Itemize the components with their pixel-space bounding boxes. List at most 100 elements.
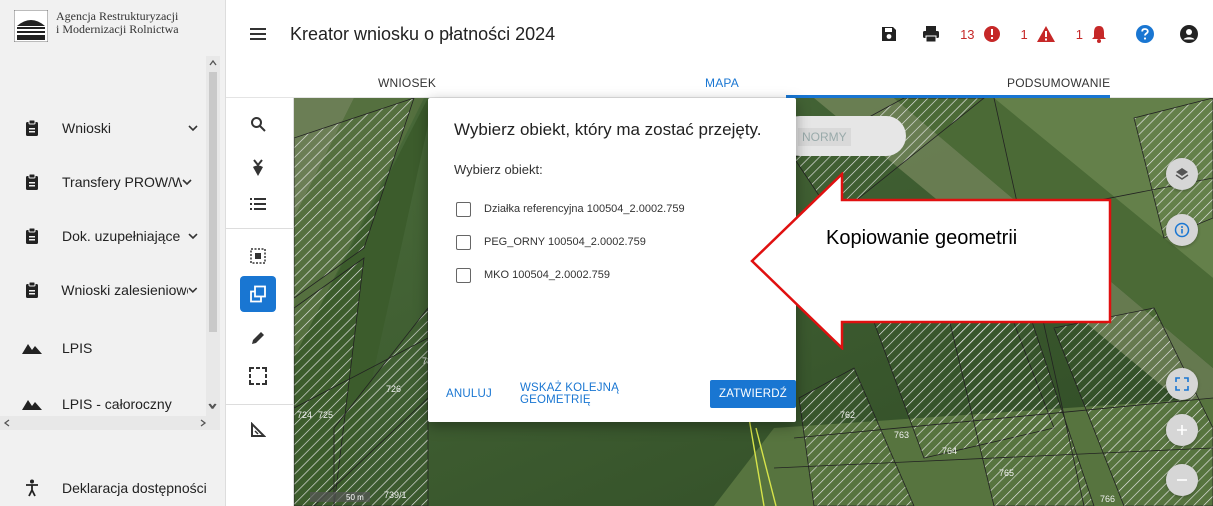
info-icon xyxy=(1174,222,1190,238)
parcel-label: 739/1 xyxy=(384,490,407,500)
fullscreen-button[interactable] xyxy=(1166,368,1198,400)
option-checkbox[interactable] xyxy=(456,267,471,283)
sidebar-item-dok-uzupelniajace[interactable]: Dok. uzupełniające xyxy=(0,216,212,256)
sidebar-item-transfery[interactable]: Transfery PROW/WPR xyxy=(0,162,212,202)
chevron-down-icon[interactable] xyxy=(188,231,198,241)
print-icon[interactable] xyxy=(922,25,940,43)
select-area-icon xyxy=(250,248,266,264)
draw-rectangle-tool[interactable] xyxy=(240,358,276,394)
parcel-label: 724 xyxy=(297,410,312,420)
scroll-right-icon[interactable] xyxy=(199,419,207,427)
notification-count: 1 xyxy=(1075,26,1083,42)
normy-label: NORMY xyxy=(798,128,851,146)
select-object-dialog: Wybierz obiekt, który ma zostać przejęty… xyxy=(428,98,796,422)
parcel-label: 766 xyxy=(1100,494,1115,504)
normy-toggle[interactable]: NORMY xyxy=(780,116,906,156)
parcel-label: 763 xyxy=(894,430,909,440)
search-icon xyxy=(251,117,266,132)
main-tabs: WNIOSEK MAPA PODSUMOWANIE xyxy=(226,68,1213,98)
error-count: 13 xyxy=(960,26,975,42)
search-tool[interactable] xyxy=(240,106,276,142)
page-title: Kreator wniosku o płatności 2024 xyxy=(290,24,556,44)
rectangle-select-icon xyxy=(249,367,267,385)
crop-tool[interactable] xyxy=(240,150,276,186)
option-checkbox[interactable] xyxy=(456,234,471,250)
terrain-icon xyxy=(22,398,42,410)
sidebar-horizontal-scrollbar[interactable] xyxy=(0,416,220,430)
chevron-down-icon[interactable] xyxy=(188,123,198,133)
layers-icon xyxy=(1175,168,1189,180)
org-logo: Agencja Restrukturyzacji i Modernizacji … xyxy=(13,9,204,54)
copy-geometry-icon xyxy=(250,285,266,303)
sidebar-item-wnioski[interactable]: Wnioski xyxy=(0,108,212,148)
layers-list-tool[interactable] xyxy=(240,186,276,222)
sidebar-item-label: Wnioski zalesieniowe xyxy=(61,282,189,298)
help-icon[interactable] xyxy=(1135,24,1155,44)
next-geometry-button[interactable]: WSKAŻ KOLEJNĄ GEOMETRIĘ xyxy=(520,382,690,406)
option-label: Działka referencyjna 100504_2.0002.759 xyxy=(484,203,685,215)
sidebar-item-lpis[interactable]: LPIS xyxy=(0,328,212,368)
callout-text: Kopiowanie geometrii xyxy=(826,227,1018,249)
account-icon[interactable] xyxy=(1179,24,1199,44)
terrain-icon xyxy=(22,342,42,354)
clipboard-icon xyxy=(22,119,42,137)
info-button[interactable] xyxy=(1166,214,1198,246)
confirm-button[interactable]: ZATWIERDŹ xyxy=(709,380,796,408)
edit-tool[interactable] xyxy=(240,320,276,356)
select-area-tool[interactable] xyxy=(240,238,276,274)
fullscreen-icon xyxy=(1175,377,1189,391)
menu-icon[interactable] xyxy=(246,22,270,46)
scroll-up-icon[interactable] xyxy=(209,59,217,67)
save-icon[interactable] xyxy=(880,25,898,43)
copy-geometry-tool[interactable] xyxy=(240,276,276,312)
scale-label: 50 m xyxy=(346,493,364,502)
clipboard-icon xyxy=(22,227,42,245)
parcel-label: 762 xyxy=(840,410,855,420)
sidebar-item-label: LPIS - całoroczny xyxy=(62,396,172,412)
org-name: Agencja Restrukturyzacji i Modernizacji … xyxy=(56,10,179,36)
cancel-button[interactable]: ANULUJ xyxy=(446,388,492,400)
option-mko[interactable]: MKO 100504_2.0002.759 xyxy=(456,266,610,284)
parcel-label: 725 xyxy=(318,410,333,420)
arimr-logo-icon xyxy=(13,9,49,43)
sidebar-item-wnioski-zalesieniowe[interactable]: Wnioski zalesieniowe xyxy=(0,270,212,310)
chevron-down-icon[interactable] xyxy=(182,177,192,187)
measure-icon xyxy=(251,422,266,437)
sidebar-item-label: Deklaracja dostępności xyxy=(62,480,207,496)
sidebar-item-label: LPIS xyxy=(62,340,93,356)
map-tools xyxy=(226,98,294,506)
error-icon[interactable] xyxy=(983,25,1001,43)
measure-tool[interactable] xyxy=(240,412,276,448)
dialog-subtitle: Wybierz obiekt: xyxy=(454,162,543,177)
option-label: PEG_ORNY 100504_2.0002.759 xyxy=(484,236,646,248)
option-checkbox[interactable] xyxy=(456,201,471,217)
zoom-out-button[interactable] xyxy=(1166,464,1198,496)
sidebar-item-label: Dok. uzupełniające xyxy=(61,228,181,244)
plus-icon xyxy=(1177,425,1187,435)
option-peg-orny[interactable]: PEG_ORNY 100504_2.0002.759 xyxy=(456,233,646,251)
scroll-left-icon[interactable] xyxy=(3,419,11,427)
bell-icon[interactable] xyxy=(1091,25,1107,43)
sidebar: Agencja Restrukturyzacji i Modernizacji … xyxy=(0,0,226,506)
layers-button[interactable] xyxy=(1166,158,1198,190)
app-root: Agencja Restrukturyzacji i Modernizacji … xyxy=(0,0,1213,506)
tab-wniosek[interactable]: WNIOSEK xyxy=(378,76,436,90)
sidebar-item-deklaracja-dostepnosci[interactable]: Deklaracja dostępności xyxy=(0,468,212,506)
chevron-down-icon[interactable] xyxy=(208,402,216,410)
tab-mapa[interactable]: MAPA xyxy=(705,76,739,90)
tab-podsumowanie[interactable]: PODSUMOWANIE xyxy=(1007,76,1110,90)
callout-arrow xyxy=(750,172,1112,350)
option-dzialka-referencyjna[interactable]: Działka referencyjna 100504_2.0002.759 xyxy=(456,200,685,218)
zoom-in-button[interactable] xyxy=(1166,414,1198,446)
parcel-label: 726 xyxy=(386,384,401,394)
chevron-down-icon[interactable] xyxy=(188,285,198,295)
accessibility-icon xyxy=(22,479,42,497)
clipboard-icon xyxy=(22,281,41,299)
option-label: MKO 100504_2.0002.759 xyxy=(484,269,610,281)
parcel-label: 765 xyxy=(999,468,1014,478)
warning-icon[interactable] xyxy=(1036,25,1056,43)
clipboard-icon xyxy=(22,173,42,191)
pencil-icon xyxy=(252,332,264,344)
dialog-title: Wybierz obiekt, który ma zostać przejęty… xyxy=(454,120,762,139)
sidebar-item-label: Transfery PROW/WPR xyxy=(62,174,182,190)
